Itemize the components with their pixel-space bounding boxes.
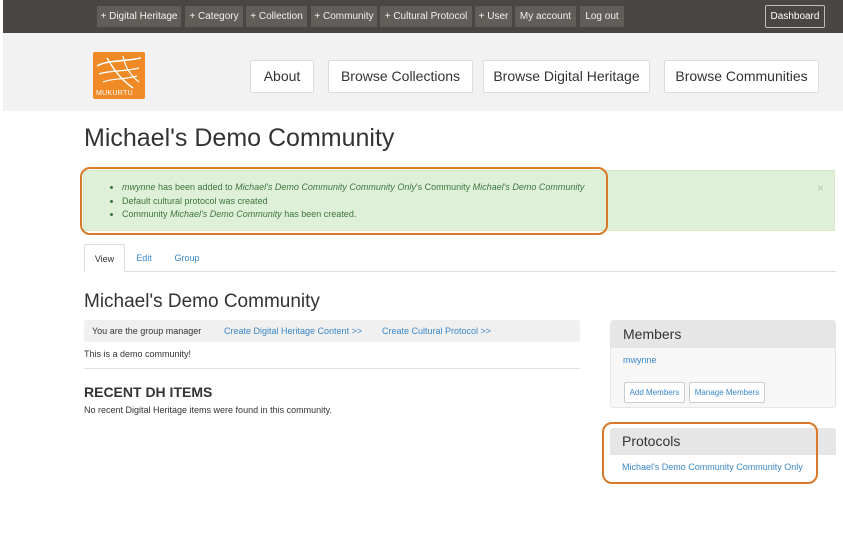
close-icon[interactable]: × <box>817 181 824 195</box>
divider <box>84 368 580 369</box>
log-out-button[interactable]: Log out <box>580 6 624 27</box>
admin-toolbar: + Digital Heritage + Category + Collecti… <box>3 0 843 33</box>
community-em: Michael's Demo Community <box>170 209 282 219</box>
members-heading: Members <box>611 321 835 348</box>
protocol-em: Michael's Demo Community Community Only <box>235 182 416 192</box>
status-text: has been created. <box>281 209 357 219</box>
mukurtu-logo[interactable]: MUKURTU <box>93 52 145 99</box>
username-em: mwynne <box>122 182 156 192</box>
status-list: mwynne has been added to Michael's Demo … <box>122 181 584 222</box>
protocol-link[interactable]: Michael's Demo Community Community Only <box>622 462 803 472</box>
create-cultural-protocol-link[interactable]: Create Cultural Protocol >> <box>382 320 491 342</box>
protocols-panel: Protocols Michael's Demo Community Commu… <box>610 428 836 482</box>
tab-group[interactable]: Group <box>166 244 208 272</box>
create-digital-heritage-link[interactable]: Create Digital Heritage Content >> <box>224 320 362 342</box>
recent-dh-empty-text: No recent Digital Heritage items were fo… <box>84 405 332 415</box>
status-item: Community Michael's Demo Community has b… <box>122 208 584 222</box>
status-text: has been added to <box>155 182 236 192</box>
manager-text: You are the group manager <box>92 326 202 336</box>
tab-edit[interactable]: Edit <box>128 244 160 272</box>
site-header: MUKURTU About Browse Collections Browse … <box>3 33 843 111</box>
add-user-button[interactable]: + User <box>475 6 512 27</box>
status-message: mwynne has been added to Michael's Demo … <box>83 170 835 231</box>
status-item: mwynne has been added to Michael's Demo … <box>122 181 584 195</box>
community-title: Michael's Demo Community <box>84 291 320 312</box>
status-item: Default cultural protocol was created <box>122 195 584 209</box>
tab-bar: View Edit Group <box>84 244 836 272</box>
add-cultural-protocol-button[interactable]: + Cultural Protocol <box>380 6 472 27</box>
recent-dh-heading: RECENT DH ITEMS <box>84 384 213 400</box>
add-community-button[interactable]: + Community <box>311 6 377 27</box>
add-members-button[interactable]: Add Members <box>624 382 685 403</box>
status-text: 's Community <box>415 182 473 192</box>
nav-browse-collections[interactable]: Browse Collections <box>328 60 473 93</box>
nav-browse-communities[interactable]: Browse Communities <box>664 60 819 93</box>
my-account-button[interactable]: My account <box>515 6 576 27</box>
community-em: Michael's Demo Community <box>472 182 585 192</box>
members-panel: Members mwynne Add Members Manage Member… <box>610 320 836 408</box>
logo-text: MUKURTU <box>96 90 133 97</box>
manage-members-button[interactable]: Manage Members <box>689 382 765 403</box>
dashboard-button[interactable]: Dashboard <box>765 5 825 28</box>
community-description: This is a demo community! <box>84 349 192 359</box>
nav-about[interactable]: About <box>250 60 314 93</box>
add-collection-button[interactable]: + Collection <box>246 6 307 27</box>
page-title: Michael's Demo Community <box>84 124 395 152</box>
add-digital-heritage-button[interactable]: + Digital Heritage <box>97 6 181 27</box>
protocols-heading: Protocols <box>610 428 836 455</box>
status-text: Community <box>122 209 171 219</box>
add-category-button[interactable]: + Category <box>185 6 243 27</box>
tab-view[interactable]: View <box>84 244 125 272</box>
member-link[interactable]: mwynne <box>623 355 657 365</box>
group-manager-bar: You are the group manager Create Digital… <box>84 320 580 342</box>
nav-browse-digital-heritage[interactable]: Browse Digital Heritage <box>483 60 650 93</box>
